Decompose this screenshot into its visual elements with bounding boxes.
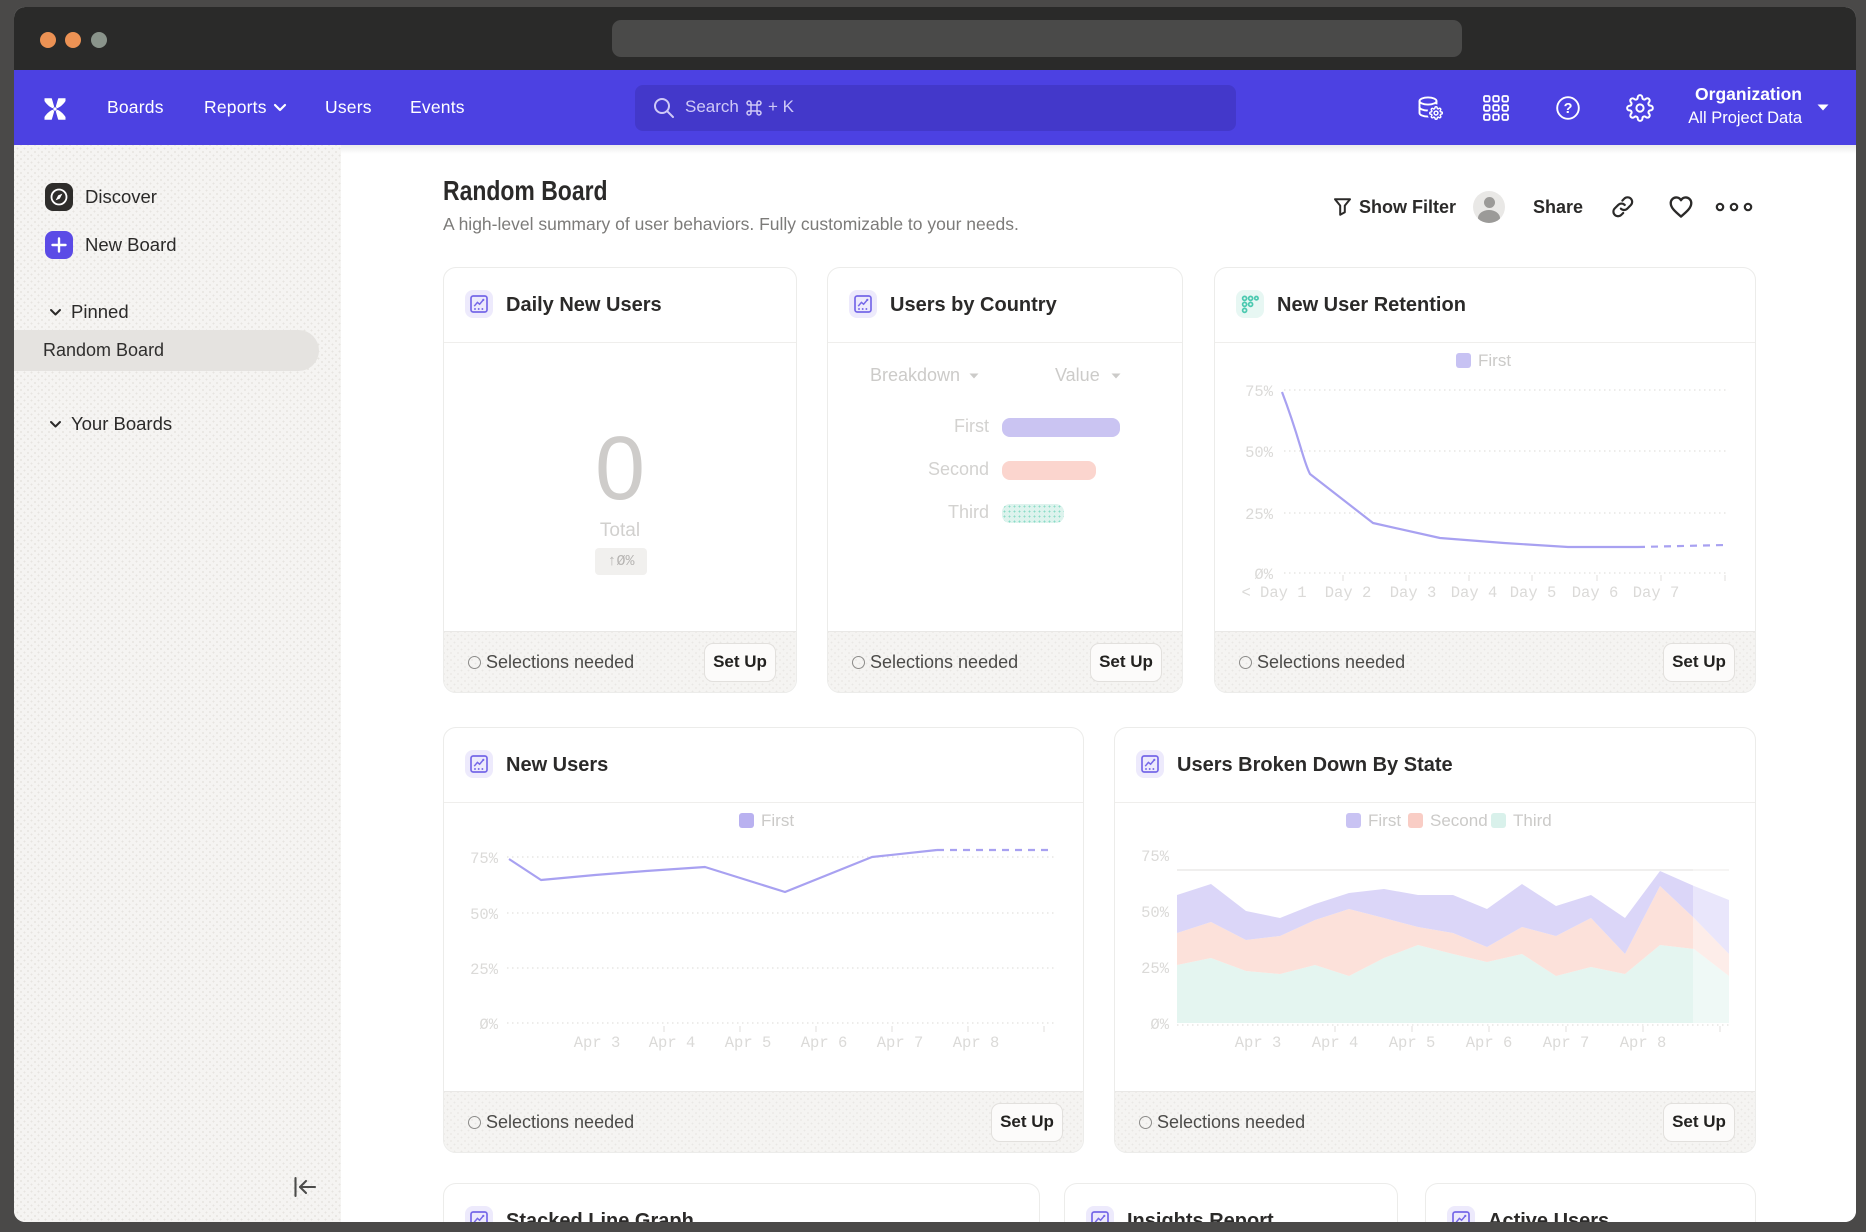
svg-text:25%: 25%: [1141, 960, 1170, 978]
svg-text:Apr 5: Apr 5: [1389, 1034, 1436, 1052]
svg-text:Apr 8: Apr 8: [953, 1034, 1000, 1052]
svg-text:Apr 5: Apr 5: [725, 1034, 772, 1052]
svg-text:< Day 1: < Day 1: [1241, 584, 1306, 602]
svg-text:75%: 75%: [1245, 383, 1274, 401]
svg-text:Day 3: Day 3: [1390, 584, 1437, 602]
svg-text:75%: 75%: [470, 850, 499, 868]
svg-text:First: First: [761, 811, 794, 830]
svg-text:Day 6: Day 6: [1572, 584, 1619, 602]
svg-text:Ø%: Ø%: [479, 1016, 498, 1034]
svg-text:Apr 4: Apr 4: [1312, 1034, 1359, 1052]
svg-text:Day 5: Day 5: [1510, 584, 1557, 602]
svg-text:50%: 50%: [470, 906, 499, 924]
svg-text:Ø%: Ø%: [1254, 566, 1273, 584]
svg-text:25%: 25%: [470, 961, 499, 979]
svg-text:Second: Second: [1430, 811, 1488, 830]
svg-text:Apr 8: Apr 8: [1620, 1034, 1667, 1052]
svg-text:Day 4: Day 4: [1451, 584, 1498, 602]
svg-text:50%: 50%: [1141, 904, 1170, 922]
svg-text:First: First: [1478, 351, 1511, 370]
svg-text:Apr 3: Apr 3: [574, 1034, 621, 1052]
svg-text:50%: 50%: [1245, 444, 1274, 462]
svg-text:25%: 25%: [1245, 506, 1274, 524]
svg-text:Apr 6: Apr 6: [1466, 1034, 1513, 1052]
svg-text:Apr 3: Apr 3: [1235, 1034, 1282, 1052]
svg-text:Apr 7: Apr 7: [877, 1034, 924, 1052]
svg-text:Apr 7: Apr 7: [1543, 1034, 1590, 1052]
svg-text:First: First: [1368, 811, 1401, 830]
svg-text:Day 7: Day 7: [1633, 584, 1680, 602]
svg-text:Day 2: Day 2: [1325, 584, 1372, 602]
svg-text:Apr 4: Apr 4: [649, 1034, 696, 1052]
svg-text:Third: Third: [1513, 811, 1552, 830]
svg-text:Ø%: Ø%: [1150, 1016, 1169, 1034]
svg-text:75%: 75%: [1141, 848, 1170, 866]
svg-text:Apr 6: Apr 6: [801, 1034, 848, 1052]
svg-text:?: ?: [1564, 101, 1573, 117]
